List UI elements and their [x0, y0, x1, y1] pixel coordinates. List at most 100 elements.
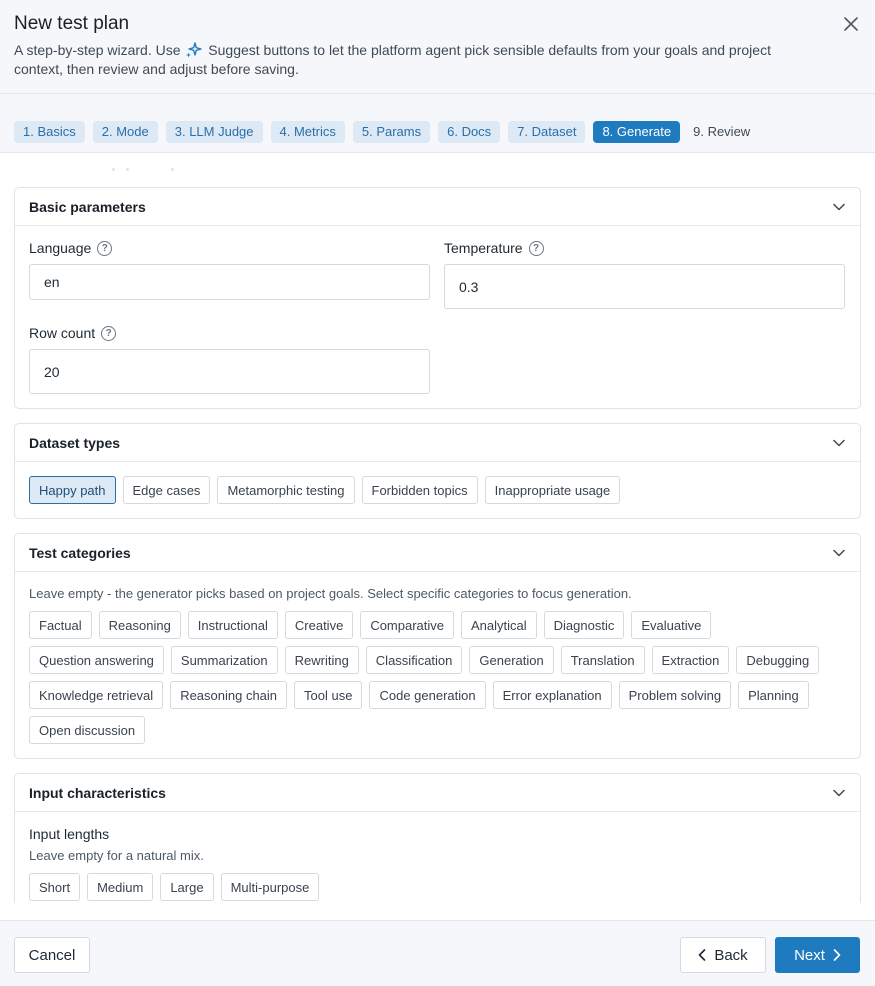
input-characteristics-header[interactable]: Input characteristics — [15, 774, 860, 812]
language-label: Language ? — [29, 238, 430, 258]
input-lengths-label: Input lengths — [29, 826, 110, 842]
test-categories-header[interactable]: Test categories — [15, 534, 860, 572]
input-characteristics-body: Input lengths Leave empty for a natural … — [15, 812, 860, 903]
category-chip-instructional[interactable]: Instructional — [187, 611, 278, 639]
input-length-chip-multi-purpose[interactable]: Multi-purpose — [220, 873, 320, 901]
category-chip-knowledge-retrieval[interactable]: Knowledge retrieval — [29, 681, 164, 709]
cancel-button-label: Cancel — [28, 946, 76, 964]
dataset-types-section: Dataset types Happy path Edge cases Metamo… — [14, 423, 861, 519]
step-metrics[interactable]: 4. Metrics — [270, 121, 345, 143]
category-chip-error-explanation[interactable]: Error explanation — [492, 681, 612, 709]
section-title: Input characteristics — [29, 784, 166, 801]
dialog-footer: Cancel Back Next — [0, 920, 875, 986]
dialog-title: New test plan — [14, 13, 130, 34]
basic-parameters-header[interactable]: Basic parameters — [15, 188, 860, 226]
category-chip-open-discussion[interactable]: Open discussion — [29, 716, 146, 744]
language-input[interactable]: en — [29, 264, 430, 300]
category-chip-tool-use[interactable]: Tool use — [294, 681, 363, 709]
chevron-right-icon — [833, 949, 841, 961]
temperature-label-text: Temperature — [444, 240, 523, 256]
category-chip-factual[interactable]: Factual — [29, 611, 92, 639]
chevron-down-icon — [832, 436, 846, 450]
next-button-label: Next — [794, 946, 825, 964]
scroll-content[interactable]: Basic parameters Language ? en Temperatu… — [0, 153, 875, 903]
dataset-type-chip-forbidden-topics[interactable]: Forbidden topics — [361, 476, 478, 504]
category-chip-translation[interactable]: Translation — [560, 646, 645, 674]
help-icon[interactable]: ? — [97, 240, 113, 256]
category-chip-planning[interactable]: Planning — [738, 681, 809, 709]
section-title: Dataset types — [29, 434, 121, 451]
input-lengths-chips: Short Medium Large Multi-purpose — [29, 873, 846, 901]
chevron-down-icon — [832, 786, 846, 800]
next-button[interactable]: Next — [775, 937, 860, 973]
dataset-type-chip-metamorphic-testing[interactable]: Metamorphic testing — [217, 476, 355, 504]
step-mode[interactable]: 2. Mode — [92, 121, 158, 143]
dataset-types-header[interactable]: Dataset types — [15, 424, 860, 462]
chevron-down-icon — [832, 546, 846, 560]
row-count-input[interactable]: 20 — [29, 349, 430, 394]
temperature-input[interactable]: 0.3 — [444, 264, 845, 309]
step-params[interactable]: 5. Params — [352, 121, 431, 143]
dataset-types-body: Happy path Edge cases Metamorphic testing F… — [15, 462, 860, 518]
row-count-field: Row count ? 20 — [29, 323, 430, 394]
language-field: Language ? en — [29, 238, 430, 309]
category-chip-diagnostic[interactable]: Diagnostic — [543, 611, 625, 639]
step-docs[interactable]: 6. Docs — [438, 121, 501, 143]
back-button-label: Back — [714, 946, 748, 964]
cancel-button[interactable]: Cancel — [14, 937, 90, 973]
category-chip-creative[interactable]: Creative — [284, 611, 354, 639]
step-llm-judge[interactable]: 3. LLM Judge — [165, 121, 263, 143]
chevron-left-icon — [699, 949, 706, 961]
row-count-label-text: Row count — [29, 325, 96, 341]
section-title: Basic parameters — [29, 198, 146, 215]
test-categories-body: Leave empty - the generator picks based … — [15, 572, 860, 758]
category-chip-analytical[interactable]: Analytical — [461, 611, 537, 639]
basic-parameters-section: Basic parameters Language ? en Temperatu… — [14, 187, 861, 409]
test-categories-section: Test categories Leave empty - the genera… — [14, 533, 861, 759]
category-chip-extraction[interactable]: Extraction — [651, 646, 730, 674]
temperature-field: Temperature ? 0.3 — [444, 238, 845, 309]
step-basics[interactable]: 1. Basics — [14, 121, 85, 143]
step-review[interactable]: 9. Review — [688, 121, 755, 143]
basic-parameters-body: Language ? en Temperature ? 0.3 Row coun… — [15, 226, 860, 408]
dataset-type-chip-edge-cases[interactable]: Edge cases — [122, 476, 211, 504]
input-length-chip-medium[interactable]: Medium — [87, 873, 154, 901]
dialog-header: New test plan A step-by-step wizard. Use… — [0, 0, 875, 94]
dataset-type-chip-happy-path[interactable]: Happy path — [29, 476, 116, 504]
temperature-label: Temperature ? — [444, 238, 845, 258]
dialog-subtitle: A step-by-step wizard. Use Suggest butto… — [14, 41, 804, 79]
category-chip-question-answering[interactable]: Question answering — [29, 646, 164, 674]
category-chip-code-generation[interactable]: Code generation — [369, 681, 486, 709]
help-icon[interactable]: ? — [101, 325, 117, 341]
category-chip-summarization[interactable]: Summarization — [170, 646, 278, 674]
dataset-types-chips: Happy path Edge cases Metamorphic testing F… — [29, 476, 846, 504]
input-length-chip-large[interactable]: Large — [160, 873, 214, 901]
close-icon — [844, 17, 858, 31]
input-lengths-hint: Leave empty for a natural mix. — [29, 848, 204, 863]
row-count-label: Row count ? — [29, 323, 430, 343]
category-chip-rewriting[interactable]: Rewriting — [284, 646, 359, 674]
category-chip-reasoning[interactable]: Reasoning — [98, 611, 181, 639]
test-categories-hint: Leave empty - the generator picks based … — [29, 586, 632, 601]
category-chip-debugging[interactable]: Debugging — [736, 646, 820, 674]
category-chip-classification[interactable]: Classification — [365, 646, 463, 674]
wizard-stepper: 1. Basics 2. Mode 3. LLM Judge 4. Metric… — [0, 94, 875, 153]
back-button[interactable]: Back — [680, 937, 766, 973]
close-button[interactable] — [841, 14, 861, 34]
language-label-text: Language — [29, 240, 92, 256]
category-chip-problem-solving[interactable]: Problem solving — [618, 681, 732, 709]
test-categories-chips: Factual Reasoning Instructional Creative Com… — [29, 611, 846, 744]
category-chip-comparative[interactable]: Comparative — [360, 611, 455, 639]
category-chip-evaluative[interactable]: Evaluative — [631, 611, 712, 639]
category-chip-reasoning-chain[interactable]: Reasoning chain — [170, 681, 288, 709]
input-length-chip-short[interactable]: Short — [29, 873, 81, 901]
category-chip-generation[interactable]: Generation — [469, 646, 554, 674]
dataset-type-chip-inappropriate-usage[interactable]: Inappropriate usage — [484, 476, 621, 504]
scrolled-content-edge — [14, 153, 861, 187]
section-title: Test categories — [29, 544, 131, 561]
step-generate[interactable]: 8. Generate — [593, 121, 681, 143]
sparkle-icon — [186, 42, 203, 58]
help-icon[interactable]: ? — [528, 240, 544, 256]
subtitle-text-before: A step-by-step wizard. Use — [14, 42, 181, 58]
step-dataset[interactable]: 7. Dataset — [508, 121, 586, 143]
